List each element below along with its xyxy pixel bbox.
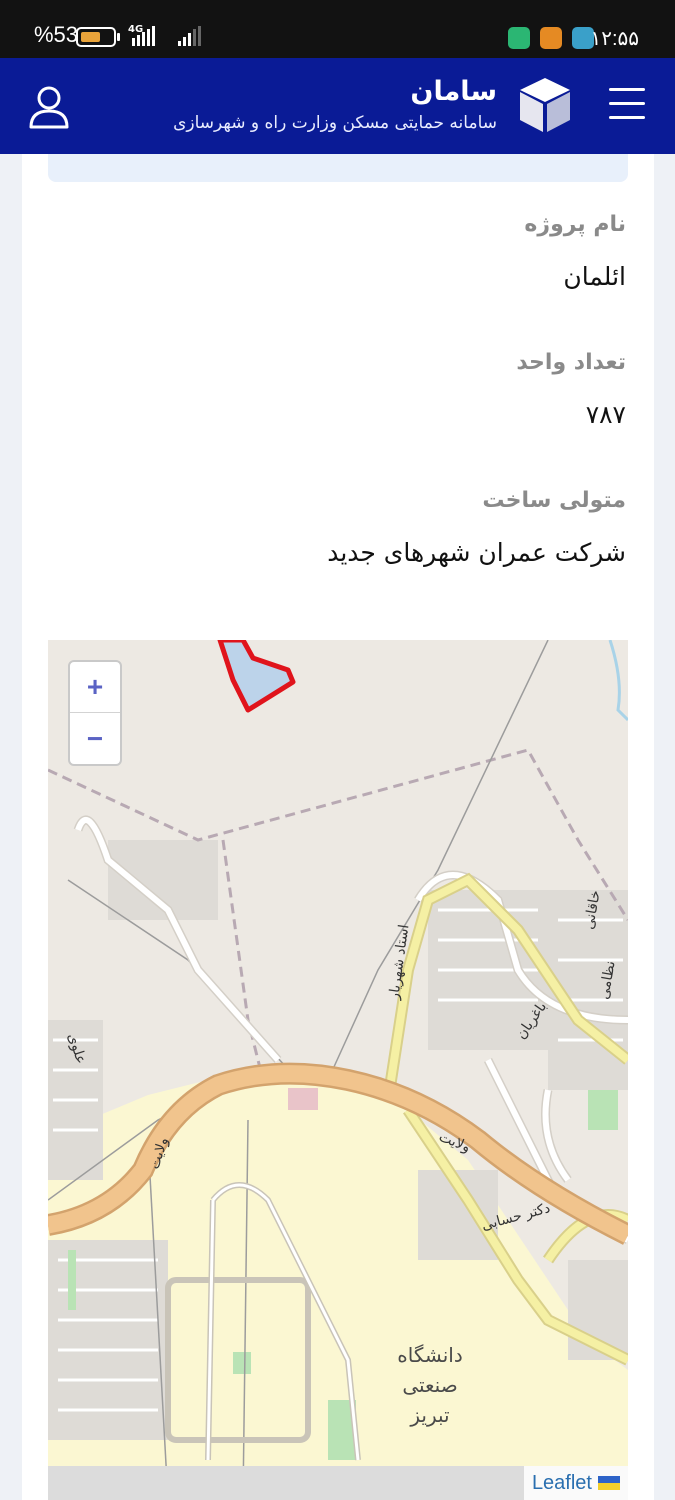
- label-university-3: تبریز: [409, 1403, 449, 1427]
- project-boundary-polygon: [217, 640, 296, 713]
- app-header: سامان سامانه حمایتی مسکن وزارت راه و شهر…: [0, 58, 675, 154]
- cell-signal-icon: [132, 26, 155, 46]
- label-university-2: صنعتی: [402, 1373, 457, 1397]
- app-subtitle: سامانه حمایتی مسکن وزارت راه و شهرسازی: [173, 113, 497, 133]
- project-name-value: ائلمان: [563, 262, 626, 291]
- app-title: سامان: [410, 76, 497, 107]
- battery-icon: [76, 27, 120, 47]
- builder-value: شرکت عمران شهرهای جدید: [327, 538, 626, 567]
- zoom-control: + −: [68, 660, 122, 766]
- builder-field: متولی ساخت شرکت عمران شهرهای جدید: [66, 486, 626, 570]
- pink-building: [288, 1088, 318, 1110]
- unit-count-field: تعداد واحد ۷۸۷: [66, 348, 626, 432]
- project-details-card: نام پروژه ائلمان تعداد واحد ۷۸۷ متولی سا…: [22, 154, 654, 1500]
- zoom-in-button[interactable]: +: [70, 662, 120, 713]
- shield-app-icon: [508, 27, 530, 49]
- label-university-1: دانشگاه: [397, 1343, 463, 1367]
- battery-percentage: %53: [34, 22, 79, 47]
- ukraine-flag-icon: [598, 1476, 620, 1490]
- project-map[interactable]: ولایت ولایت استاد شهریار باغریان علوی دک…: [48, 640, 628, 1500]
- project-name-label: نام پروژه: [524, 212, 626, 237]
- zoom-out-button[interactable]: −: [70, 713, 120, 764]
- unit-count-value: ۷۸۷: [585, 400, 626, 429]
- cell-signal-2-icon: [178, 26, 201, 46]
- saman-logo-icon: [520, 78, 570, 132]
- leaflet-attribution[interactable]: Leaflet: [523, 1466, 628, 1500]
- menu-icon[interactable]: [609, 88, 645, 122]
- unit-count-label: تعداد واحد: [516, 350, 626, 375]
- orange-app-icon: [540, 27, 562, 49]
- info-box: [48, 154, 628, 182]
- clock: ۱۲:۵۵: [590, 28, 639, 50]
- project-name-field: نام پروژه ائلمان: [66, 210, 626, 294]
- status-bar: %53 4G ۱۲:۵۵: [0, 0, 675, 58]
- user-profile-icon[interactable]: [28, 85, 70, 129]
- brand: سامان سامانه حمایتی مسکن وزارت راه و شهر…: [173, 74, 497, 136]
- river: [608, 640, 628, 722]
- builder-label: متولی ساخت: [482, 488, 626, 513]
- leaflet-link[interactable]: Leaflet: [532, 1472, 592, 1495]
- map-tiles[interactable]: ولایت ولایت استاد شهریار باغریان علوی دک…: [48, 640, 628, 1500]
